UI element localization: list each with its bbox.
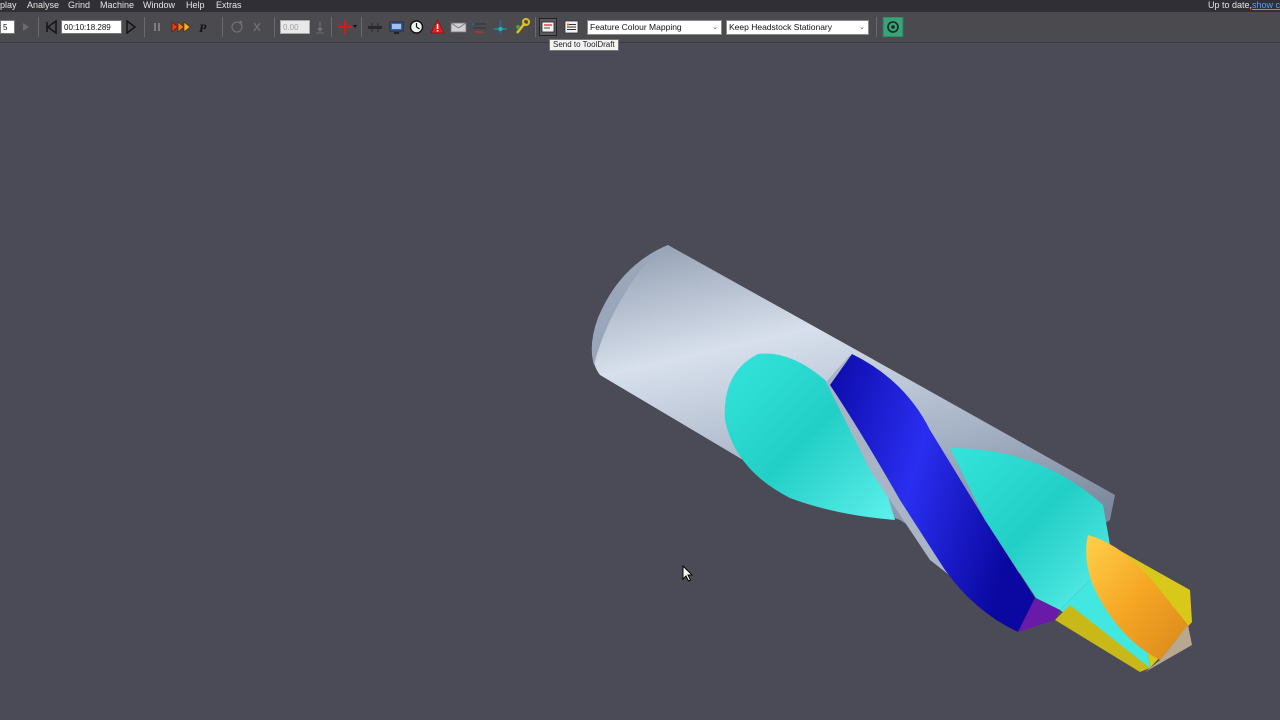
envelope-icon[interactable] bbox=[449, 17, 468, 37]
headstock-mode-select[interactable]: Keep Headstock Stationary ⌄ bbox=[726, 20, 869, 35]
separator bbox=[535, 17, 536, 37]
menu-help[interactable]: Help bbox=[186, 0, 205, 11]
display-icon[interactable] bbox=[388, 17, 405, 37]
drill-model bbox=[591, 245, 1192, 672]
crosshair-icon[interactable] bbox=[336, 17, 358, 37]
reset-icon[interactable] bbox=[229, 17, 245, 37]
3d-viewport[interactable] bbox=[0, 43, 1280, 720]
ruler-icon[interactable] bbox=[366, 17, 384, 37]
update-status: Up to date, bbox=[1207, 0, 1252, 10]
close-icon[interactable] bbox=[250, 17, 264, 37]
mouse-cursor-icon bbox=[682, 565, 694, 582]
feature-colour-mapping-value: Feature Colour Mapping bbox=[590, 22, 682, 32]
play-disabled-icon[interactable] bbox=[19, 17, 33, 37]
menu-extras[interactable]: Extras bbox=[216, 0, 242, 11]
separator bbox=[331, 17, 332, 37]
step-field[interactable]: 5 bbox=[0, 20, 15, 34]
p-icon[interactable]: P bbox=[196, 17, 210, 37]
separator bbox=[38, 17, 39, 37]
down-arrow-icon[interactable] bbox=[313, 17, 327, 37]
step-forward-icon[interactable] bbox=[124, 17, 138, 37]
chevron-down-icon: ⌄ bbox=[859, 24, 865, 31]
toolbar: 5 00:10:18.289 P 0.00 Feature Colour Map… bbox=[0, 12, 1280, 43]
wrench-icon[interactable] bbox=[513, 17, 531, 37]
time-field[interactable]: 00:10:18.289 bbox=[61, 20, 122, 34]
pause-icon[interactable] bbox=[150, 17, 164, 37]
svg-text:P: P bbox=[199, 21, 207, 35]
separator bbox=[876, 17, 877, 37]
menu-machine[interactable]: Machine bbox=[100, 0, 134, 11]
separator bbox=[144, 17, 145, 37]
speed-field[interactable]: 0.00 bbox=[280, 20, 310, 34]
menu-display[interactable]: play bbox=[0, 0, 17, 11]
separator bbox=[361, 17, 362, 37]
menu-grind[interactable]: Grind bbox=[68, 0, 90, 11]
feature-colour-mapping-select[interactable]: Feature Colour Mapping ⌄ bbox=[587, 20, 722, 35]
send-to-tooldraft-icon[interactable] bbox=[539, 17, 557, 37]
headstock-mode-value: Keep Headstock Stationary bbox=[729, 22, 833, 32]
record-icon[interactable] bbox=[882, 17, 904, 37]
step-back-icon[interactable] bbox=[44, 17, 58, 37]
warning-icon[interactable] bbox=[429, 17, 446, 37]
chevron-down-icon: ⌄ bbox=[712, 24, 718, 31]
axis-icon[interactable] bbox=[492, 17, 509, 37]
menu-window[interactable]: Window bbox=[143, 0, 175, 11]
align-icon[interactable] bbox=[470, 17, 489, 37]
clock-icon[interactable] bbox=[408, 17, 425, 37]
menu-bar: play Analyse Grind Machine Window Help E… bbox=[0, 0, 1280, 12]
show-changes-link[interactable]: show c bbox=[1252, 0, 1280, 11]
list-icon[interactable] bbox=[563, 17, 580, 37]
separator bbox=[222, 17, 223, 37]
separator bbox=[274, 17, 275, 37]
menu-analyse[interactable]: Analyse bbox=[27, 0, 59, 11]
fast-forward-icon[interactable] bbox=[170, 17, 192, 37]
